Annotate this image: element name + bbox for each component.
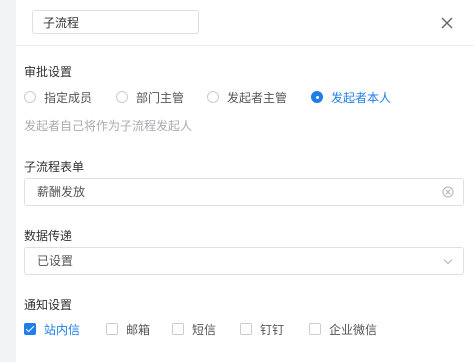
checkbox-sms[interactable]: 短信 <box>172 321 216 337</box>
data-pass-select[interactable]: 已设置 <box>24 247 464 275</box>
data-pass-label: 数据传递 <box>24 229 73 243</box>
radio-label: 部门主管 <box>136 90 185 105</box>
checkbox-label: 短信 <box>192 322 217 337</box>
radio-circle <box>311 91 323 103</box>
radio-circle <box>207 91 219 103</box>
close-icon[interactable] <box>439 15 455 31</box>
radio-circle <box>116 91 128 103</box>
checkbox-label: 企业微信 <box>329 322 378 337</box>
select-value: 薪酬发放 <box>37 185 86 199</box>
checkbox-label: 站内信 <box>44 322 81 337</box>
drawer-backdrop-edge <box>0 0 16 362</box>
subprocess-settings-drawer: 审批设置 指定成员 部门主管 发起者主管 发起者本人 发起者自己将作为子流程发起… <box>16 0 474 362</box>
notify-settings-label: 通知设置 <box>24 298 73 312</box>
radio-label: 指定成员 <box>44 90 93 105</box>
select-value: 已设置 <box>37 254 74 268</box>
subprocess-form-select[interactable]: 薪酬发放 <box>24 178 464 206</box>
approval-hint-text: 发起者自己将作为子流程发起人 <box>24 119 193 133</box>
checkbox-box <box>240 323 252 335</box>
radio-label: 发起者本人 <box>331 90 392 105</box>
drawer-header <box>16 0 474 46</box>
chevron-down-icon <box>442 255 454 267</box>
checkbox-box <box>24 323 36 335</box>
approval-settings-label: 审批设置 <box>24 65 73 79</box>
checkbox-site-message[interactable]: 站内信 <box>24 321 80 337</box>
checkbox-box <box>106 323 118 335</box>
checkbox-dingtalk[interactable]: 钉钉 <box>240 321 284 337</box>
node-name-input[interactable] <box>32 10 199 34</box>
checkbox-email[interactable]: 邮箱 <box>106 321 150 337</box>
checkbox-label: 邮箱 <box>126 322 151 337</box>
notify-checkbox-group: 站内信 邮箱 短信 钉钉 企业微信 <box>24 321 464 337</box>
clear-circle-icon[interactable] <box>442 186 454 198</box>
checkbox-label: 钉钉 <box>260 322 285 337</box>
subprocess-form-label: 子流程表单 <box>24 160 85 174</box>
radio-department-head[interactable]: 部门主管 <box>116 89 184 105</box>
radio-circle <box>24 91 36 103</box>
radio-initiator-self[interactable]: 发起者本人 <box>311 89 391 105</box>
approval-radio-group: 指定成员 部门主管 发起者主管 发起者本人 <box>24 89 464 105</box>
checkbox-box <box>172 323 184 335</box>
radio-initiator-supervisor[interactable]: 发起者主管 <box>207 89 287 105</box>
checkbox-wecom[interactable]: 企业微信 <box>309 321 377 337</box>
radio-label: 发起者主管 <box>227 90 288 105</box>
radio-designated-members[interactable]: 指定成员 <box>24 89 92 105</box>
checkbox-box <box>309 323 321 335</box>
